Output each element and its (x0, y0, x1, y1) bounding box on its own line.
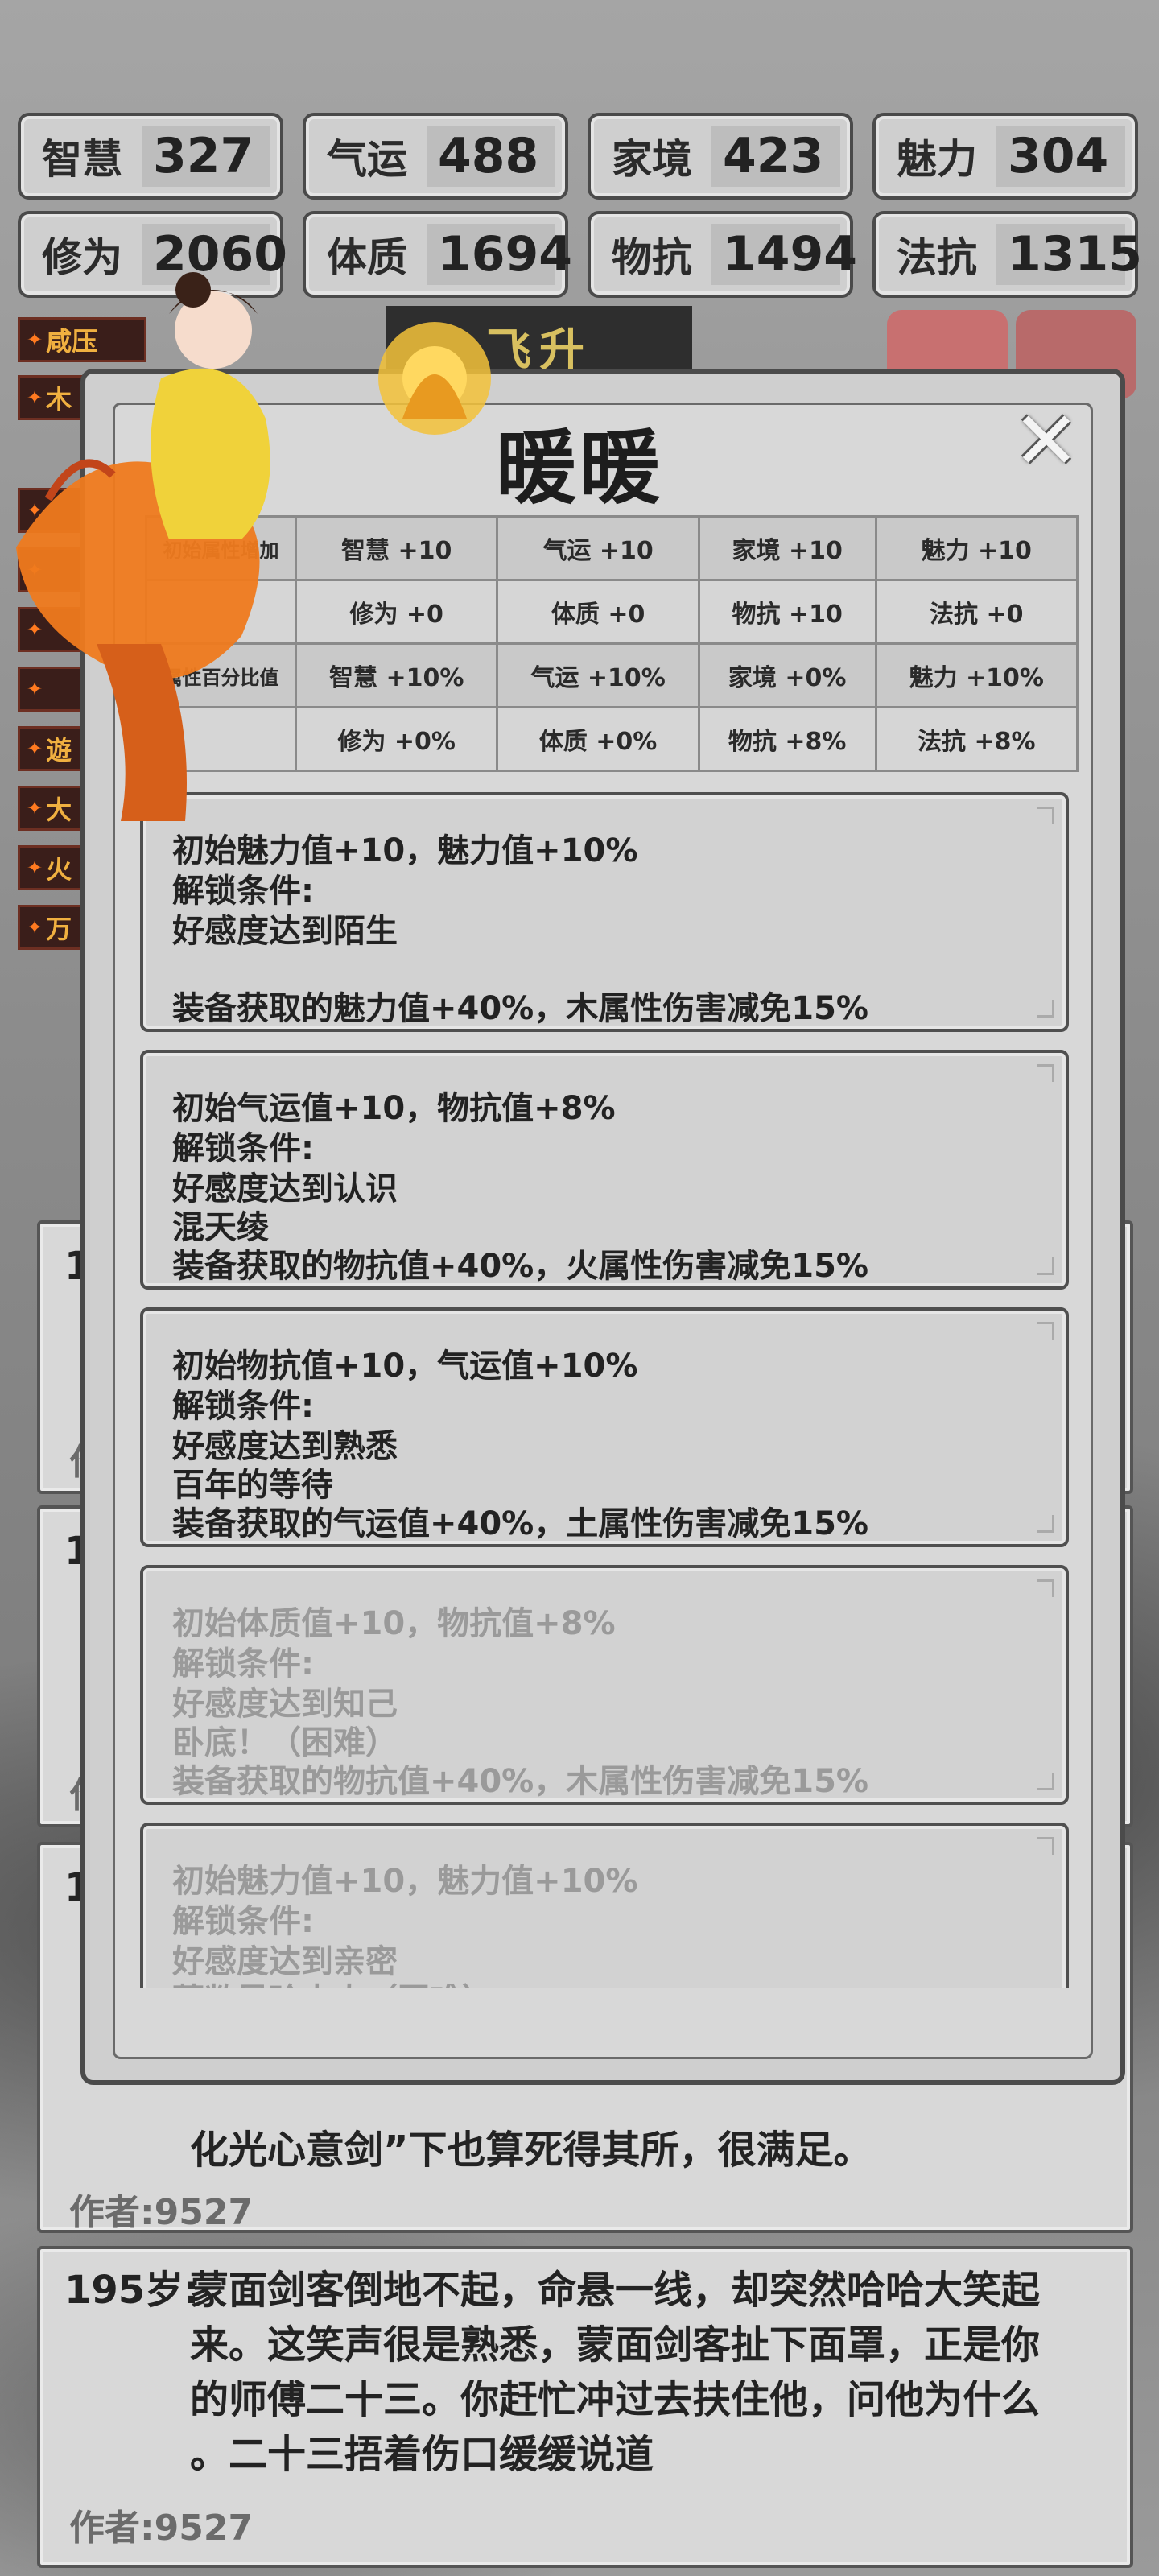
story-text: 。二十三捂着伤口缓缓说道 (190, 2432, 654, 2477)
bonus-card-locked: 初始体质值+10，物抗值+8% 解锁条件: 好感度达到知己 卧底！（困难） 装备… (140, 1565, 1069, 1805)
bonus-card: 初始魅力值+10，魅力值+10% 解锁条件: 好感度达到陌生 装备获取的魅力值+… (140, 792, 1069, 1032)
stat-phys-resist: 物抗 1494 (588, 211, 857, 298)
table-cell: 智慧 +10 (294, 515, 499, 581)
stat-cultivation: 修为 2060 (18, 211, 287, 298)
corner-ornament-icon (1037, 807, 1054, 824)
table-row-header: 属性百分比值 (145, 642, 297, 708)
stat-label: 体质 (327, 234, 407, 281)
card-line: 装备获取的物抗值+40%，火属性伤害减免15% (172, 1248, 868, 1285)
skill-tag[interactable]: ✦ 遊 (18, 726, 85, 771)
table-cell: 法抗 +0 (874, 579, 1079, 645)
flame-icon: ✦ (27, 797, 43, 819)
stat-label: 魅力 (897, 136, 977, 183)
stat-constitution: 体质 1694 (303, 211, 572, 298)
stat-value: 1694 (427, 224, 572, 285)
table-cell: 修为 +0% (294, 706, 499, 772)
stat-magic-resist: 法抗 1315 (872, 211, 1142, 298)
skill-tag[interactable]: ✦ (18, 667, 85, 712)
stat-value: 488 (427, 126, 555, 187)
stat-value: 327 (142, 126, 270, 187)
stat-value: 1315 (996, 224, 1142, 285)
skill-tag[interactable]: ✦ (18, 607, 85, 652)
card-line: 装备获取的物抗值+40%，木属性伤害减免15% (172, 1763, 868, 1800)
table-cell: 智慧 +10% (294, 642, 499, 708)
bonus-card-list[interactable]: 初始魅力值+10，魅力值+10% 解锁条件: 好感度达到陌生 装备获取的魅力值+… (137, 789, 1075, 1988)
attribute-table: 初始属性增加 智慧 +10 气运 +10 家境 +10 魅力 +10 修为 +0… (145, 515, 1079, 772)
stat-charm: 魅力 304 (872, 113, 1138, 200)
table-cell: 气运 +10 (496, 515, 700, 581)
corner-ornament-icon (1037, 1773, 1054, 1790)
flame-icon: ✦ (27, 737, 43, 760)
corner-ornament-icon (1037, 1837, 1054, 1855)
table-cell: 修为 +0 (294, 579, 499, 645)
bonus-card-locked: 初始魅力值+10，魅力值+10% 解锁条件: 好感度达到亲密 蒙敝是珍夫人（困难… (140, 1823, 1069, 1988)
modal-title: 暖暖 (496, 421, 663, 515)
bonus-card: 初始气运值+10，物抗值+8% 解锁条件: 好感度达到认识 混天绫 装备获取的物… (140, 1050, 1069, 1290)
stat-label: 物抗 (612, 234, 692, 281)
story-text: 来。这笑声很是熟悉，蒙面剑客扯下面罩，正是你 (190, 2322, 1041, 2368)
close-x-icon[interactable]: ✕ (1013, 401, 1080, 481)
card-line: 装备获取的魅力值+40%，木属性伤害减免15% (172, 990, 868, 1027)
corner-ornament-icon (1037, 1257, 1054, 1275)
skill-tag[interactable]: ✦ 大 (18, 786, 85, 831)
story-text: 蒙面剑客倒地不起，命悬一线，却突然哈哈大笑起 (190, 2268, 1041, 2313)
stat-label: 家境 (612, 136, 692, 183)
stat-label: 修为 (42, 234, 122, 281)
skill-tag[interactable]: ✦ 万 (18, 905, 85, 950)
table-row-header (145, 579, 297, 645)
flame-icon: ✦ (27, 618, 43, 641)
stat-label: 气运 (327, 136, 407, 183)
table-cell: 物抗 +8% (697, 706, 877, 772)
table-cell: 体质 +0% (496, 706, 700, 772)
table-cell: 家境 +0% (697, 642, 877, 708)
flame-icon: ✦ (27, 916, 43, 939)
stat-family: 家境 423 (588, 113, 853, 200)
card-line: 好感度达到陌生 (172, 913, 398, 950)
corner-ornament-icon (1037, 1322, 1054, 1340)
flame-icon: ✦ (27, 678, 43, 700)
flame-icon: ✦ (27, 328, 43, 351)
story-text: 化光心意剑”下也算死得其所，很满足。 (190, 2128, 872, 2173)
stat-label: 法抗 (897, 234, 977, 281)
stat-value: 1494 (711, 224, 857, 285)
table-row-header (145, 706, 297, 772)
stat-value: 423 (711, 126, 840, 187)
skill-tag[interactable]: ✦ (18, 547, 85, 592)
story-author: 作者:9527 (69, 2508, 254, 2549)
corner-ornament-icon (1037, 1000, 1054, 1018)
bonus-card: 初始物抗值+10，气运值+10% 解锁条件: 好感度达到熟悉 百年的等待 装备获… (140, 1307, 1069, 1547)
story-author: 作者:9527 (69, 2192, 254, 2233)
table-cell: 法抗 +8% (874, 706, 1079, 772)
table-cell: 家境 +10 (697, 515, 877, 581)
card-line: 装备获取的气运值+40%，土属性伤害减免15% (172, 1505, 868, 1542)
stat-luck: 气运 488 (303, 113, 568, 200)
stat-value: 304 (996, 126, 1125, 187)
skill-tag[interactable]: ✦ 咸压 (18, 317, 146, 362)
corner-ornament-icon (1037, 1579, 1054, 1597)
table-cell: 气运 +10% (496, 642, 700, 708)
table-row-header: 初始属性增加 (145, 515, 297, 581)
card-line: 蒙敝是珍夫人（困难） (172, 1974, 494, 1988)
stat-label: 智慧 (42, 136, 122, 183)
stat-value: 2060 (142, 224, 287, 285)
flame-icon: ✦ (27, 857, 43, 879)
corner-ornament-icon (1037, 1515, 1054, 1533)
stat-wisdom: 智慧 327 (18, 113, 283, 200)
table-cell: 魅力 +10 (874, 515, 1079, 581)
corner-ornament-icon (1037, 1064, 1054, 1082)
story-text: 的师傅二十三。你赶忙冲过去扶住他，问他为什么 (190, 2377, 1041, 2422)
skill-tag[interactable]: ✦ 火 (18, 845, 85, 890)
flame-icon: ✦ (27, 559, 43, 581)
table-cell: 物抗 +10 (697, 579, 877, 645)
story-entry: 195岁: 蒙面剑客倒地不起，命悬一线，却突然哈哈大笑起 来。这笑声很是熟悉，蒙… (37, 2246, 1133, 2568)
table-cell: 体质 +0 (496, 579, 700, 645)
table-cell: 魅力 +10% (874, 642, 1079, 708)
